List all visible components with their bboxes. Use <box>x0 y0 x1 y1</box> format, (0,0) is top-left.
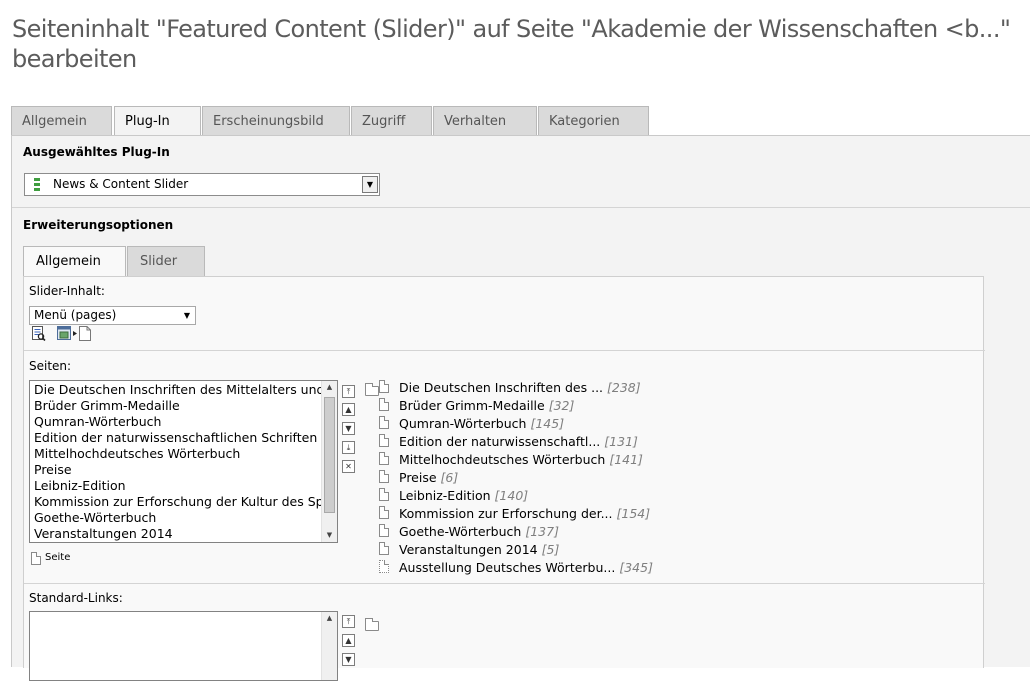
divider <box>12 207 1030 208</box>
page-icon <box>379 506 389 519</box>
page-icon <box>379 398 389 411</box>
page-icon <box>379 380 389 393</box>
tab-plugin[interactable]: Plug-In <box>114 106 201 137</box>
subtab-allgemein[interactable]: Allgemein <box>23 246 126 277</box>
chevron-down-icon: ▼ <box>183 311 190 320</box>
list-item[interactable]: Qumran-Wörterbuch <box>34 414 322 430</box>
list-item[interactable]: Edition der naturwissenschaftlichen Schr… <box>34 430 322 446</box>
new-record-icon[interactable] <box>73 326 91 341</box>
tab-erscheinungsbild[interactable]: Erscheinungsbild <box>202 106 350 136</box>
list-item[interactable]: Goethe-Wörterbuch <box>34 510 322 526</box>
plugin-select[interactable]: News & Content Slider ▼ <box>24 173 380 196</box>
remove-item-button[interactable]: ✕ <box>342 460 355 473</box>
standard-links-label: Standard-Links: <box>29 591 123 605</box>
list-item[interactable]: Leibniz-Edition <box>34 478 322 494</box>
slider-content-select[interactable]: Menü (pages) ▼ <box>29 306 196 325</box>
plugin-label: Ausgewähltes Plug-In <box>23 145 170 159</box>
scroll-up-icon[interactable]: ▲ <box>322 612 337 625</box>
move-up-button[interactable]: ▲ <box>342 634 355 647</box>
page-icon <box>379 470 389 483</box>
pages-selected-list[interactable]: Die Deutschen Inschriften des Mittelalte… <box>29 380 338 543</box>
move-top-button[interactable]: ⤒ <box>342 385 355 398</box>
page-icon <box>379 524 389 537</box>
move-down-button[interactable]: ▼ <box>342 422 355 435</box>
list-item[interactable]: Veranstaltungen 2014 <box>34 526 322 542</box>
tab-kategorien[interactable]: Kategorien <box>538 106 649 136</box>
chevron-down-icon[interactable]: ▼ <box>362 176 378 193</box>
edit-record-icon[interactable] <box>31 326 46 342</box>
green-bars-icon <box>34 178 40 192</box>
plugin-select-value: News & Content Slider <box>53 177 189 191</box>
scroll-down-icon[interactable]: ▼ <box>322 529 337 542</box>
slider-content-value: Menü (pages) <box>34 308 117 322</box>
page-icon <box>379 434 389 447</box>
move-down-button[interactable]: ▼ <box>342 653 355 666</box>
page-icon <box>379 560 389 573</box>
list-item[interactable]: Die Deutschen Inschriften des Mittelalte… <box>34 382 322 398</box>
list-item[interactable]: Kommission zur Erforschung der Kultur de… <box>34 494 322 510</box>
tab-zugriff[interactable]: Zugriff <box>351 106 432 136</box>
list-records-icon[interactable] <box>57 326 72 341</box>
extension-subpanel: Slider-Inhalt: Menü (pages) ▼ Seiten: Di… <box>23 276 985 681</box>
scrollbar[interactable]: ▲ <box>321 612 337 680</box>
divider <box>24 350 985 351</box>
extension-label: Erweiterungsoptionen <box>23 218 174 232</box>
scroll-up-icon[interactable]: ▲ <box>322 381 337 394</box>
folder-icon[interactable] <box>365 383 379 396</box>
tab-verhalten[interactable]: Verhalten <box>433 106 537 136</box>
list-item[interactable]: Brüder Grimm-Medaille <box>34 398 322 414</box>
standard-links-list[interactable]: ▲ <box>29 611 338 681</box>
subtab-slider[interactable]: Slider <box>127 246 205 276</box>
list-item[interactable]: Mittelhochdeutsches Wörterbuch <box>34 446 322 462</box>
slider-content-label: Slider-Inhalt: <box>29 284 105 298</box>
page-icon <box>31 552 41 565</box>
page-legend-label: Seite <box>45 552 71 563</box>
plugin-panel: Ausgewähltes Plug-In News & Content Slid… <box>11 135 1030 681</box>
move-top-button[interactable]: ⤒ <box>342 615 355 628</box>
divider <box>24 583 985 584</box>
page-icon <box>379 416 389 429</box>
page-icon <box>379 542 389 555</box>
page-icon <box>379 488 389 501</box>
pages-label: Seiten: <box>29 359 72 373</box>
move-up-button[interactable]: ▲ <box>342 403 355 416</box>
move-bottom-button[interactable]: ⤓ <box>342 441 355 454</box>
scroll-thumb[interactable] <box>324 397 335 513</box>
page-icon <box>379 452 389 465</box>
tab-allgemein[interactable]: Allgemein <box>11 106 112 136</box>
scrollbar[interactable]: ▲ ▼ <box>321 381 337 542</box>
page-title: Seiteninhalt "Featured Content (Slider)"… <box>12 15 1011 73</box>
list-item[interactable]: Preise <box>34 462 322 478</box>
folder-icon[interactable] <box>365 618 379 631</box>
